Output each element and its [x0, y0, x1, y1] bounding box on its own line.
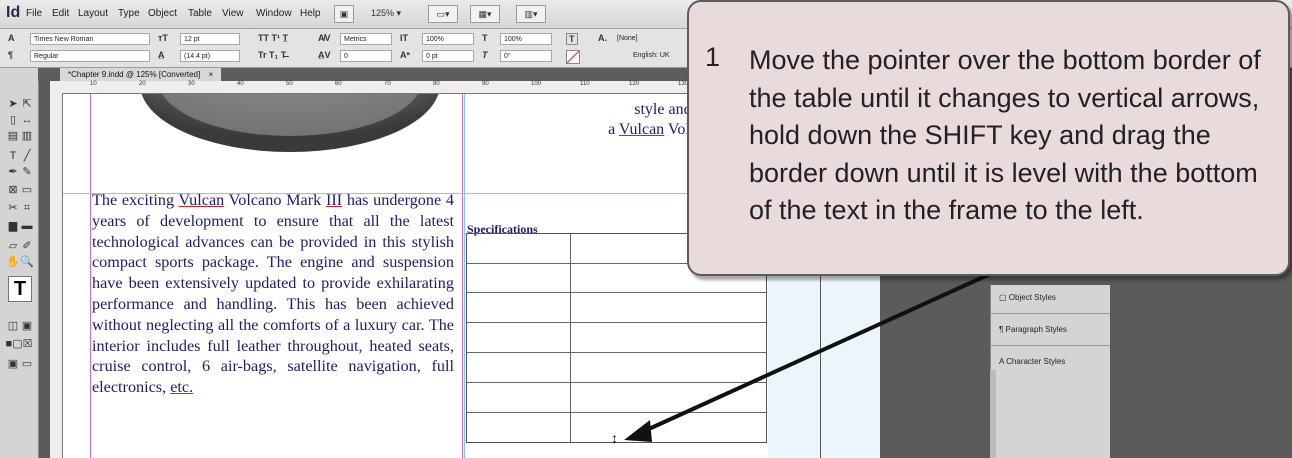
callout-text: Move the pointer over the bottom border … [749, 45, 1261, 225]
callout-step-number: 1 [705, 42, 721, 72]
